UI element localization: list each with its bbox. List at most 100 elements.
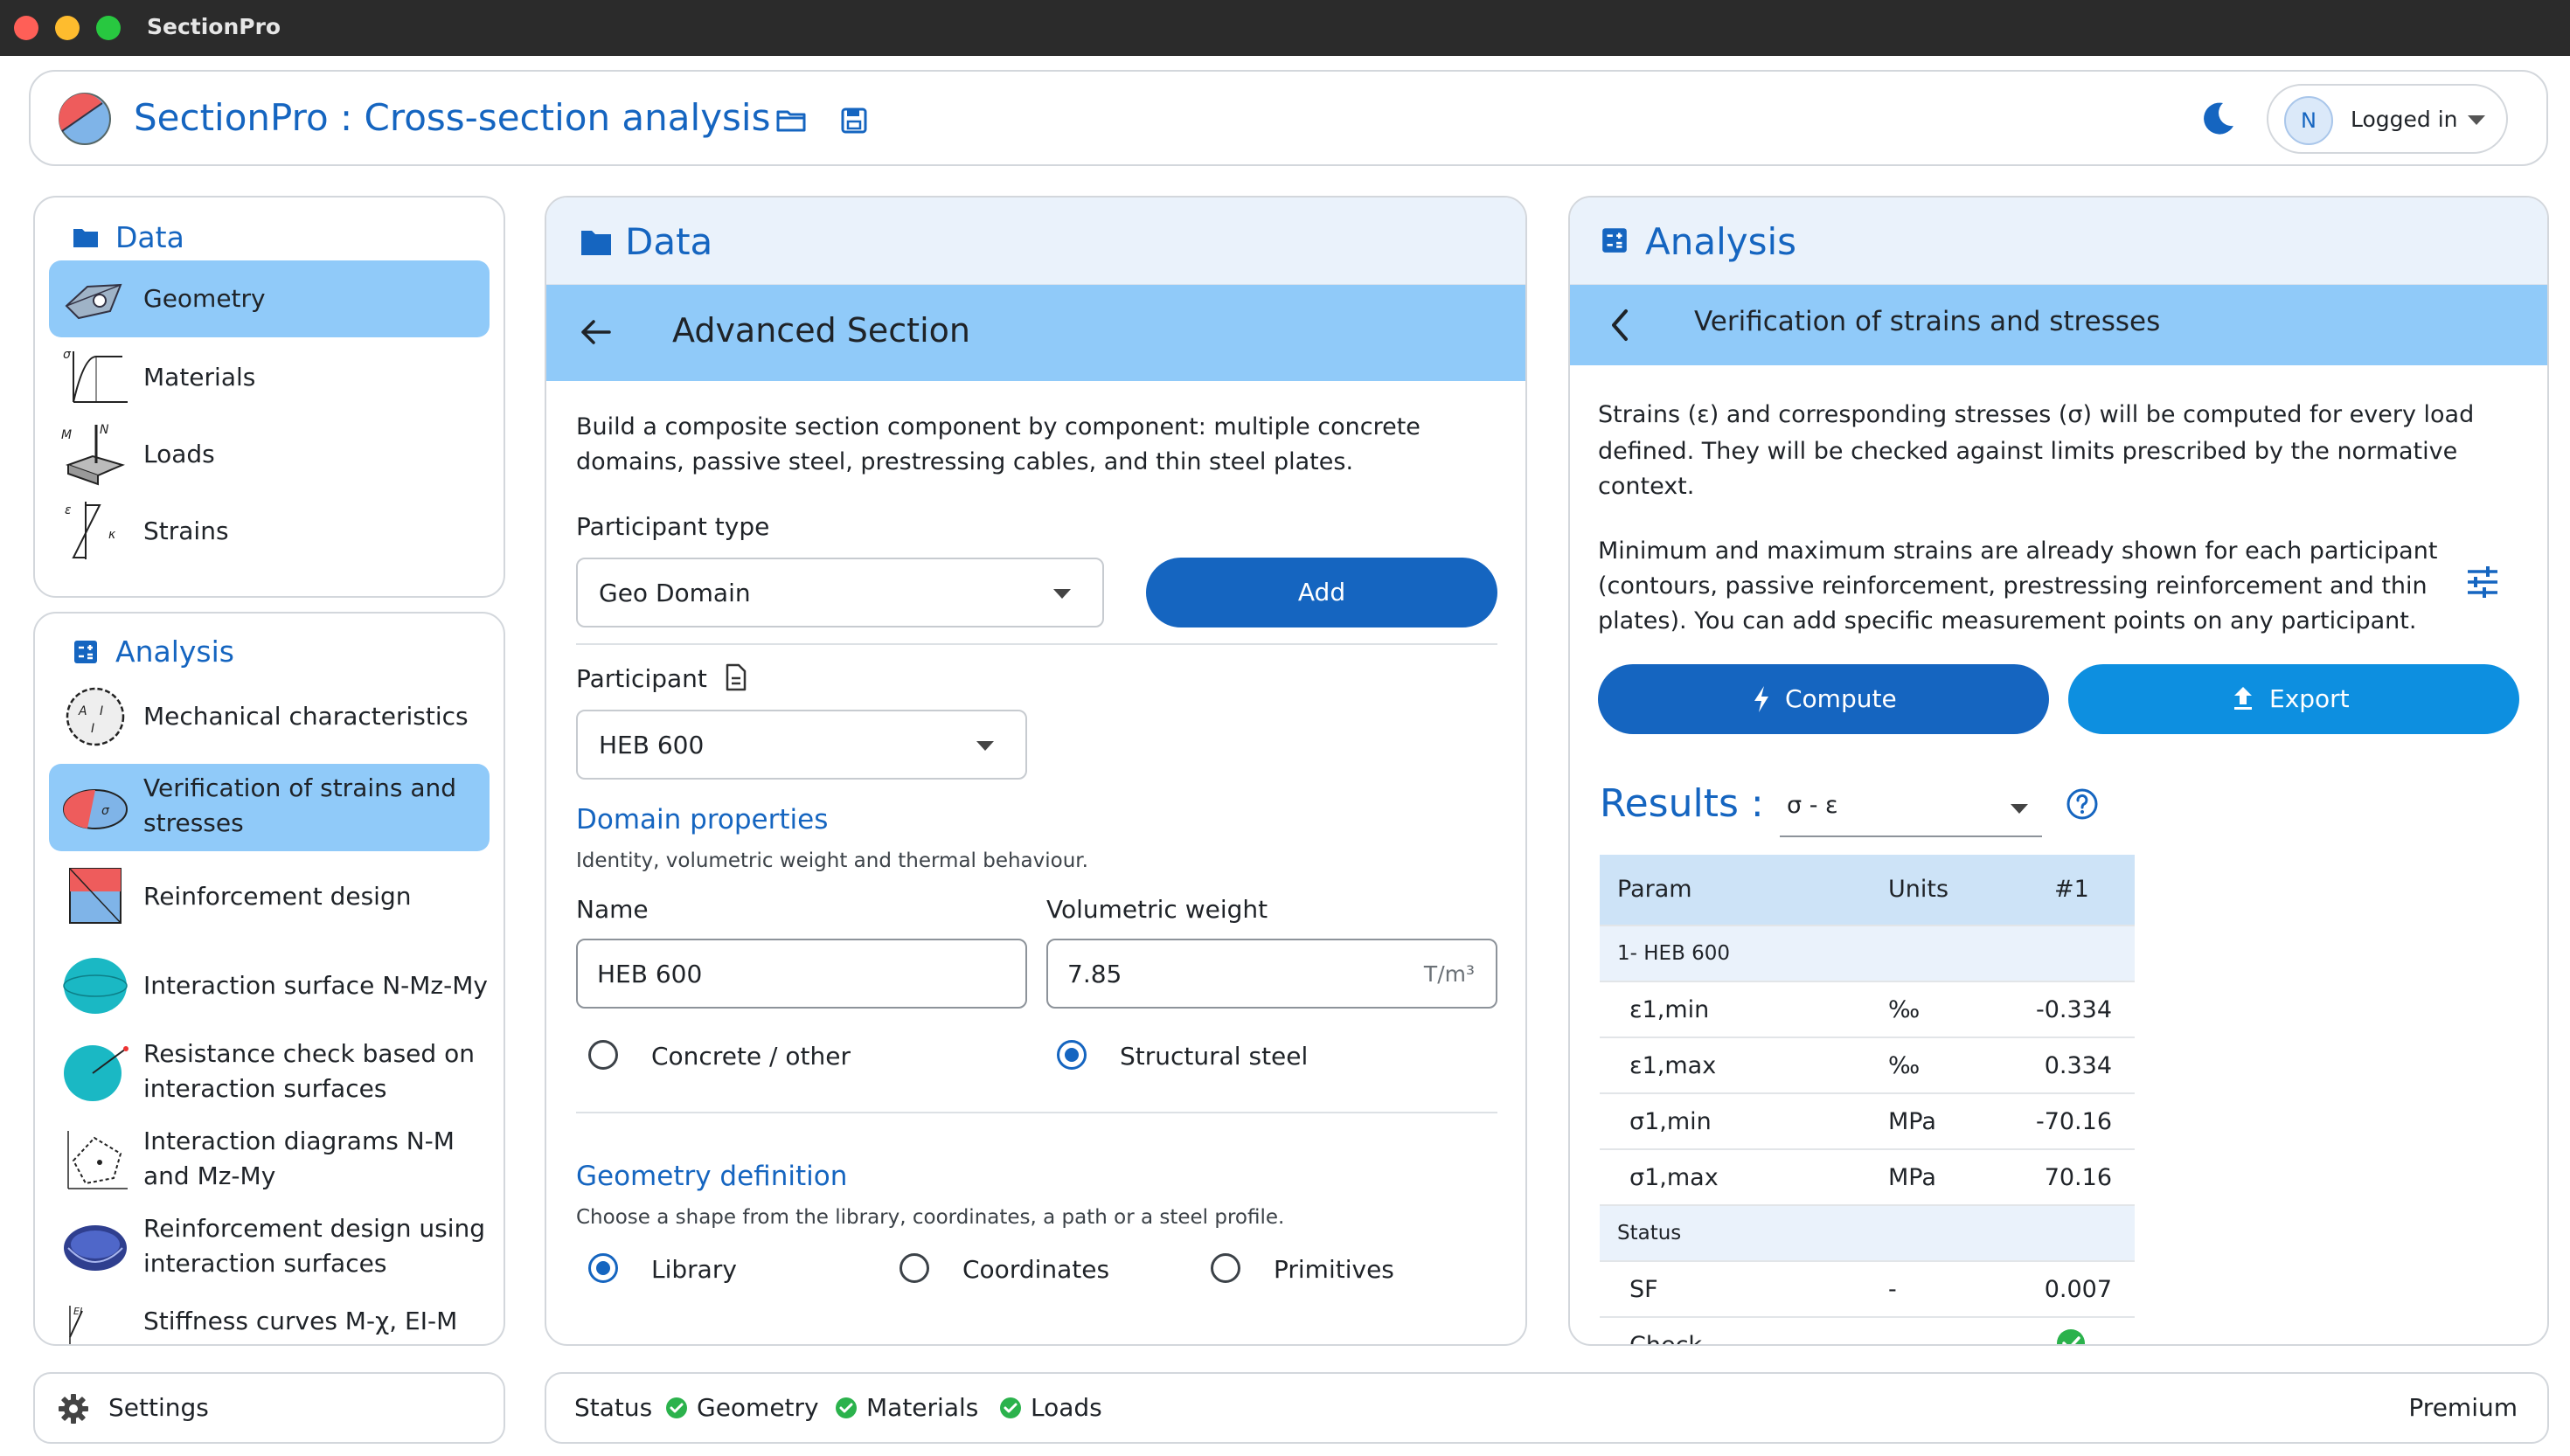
svg-text:ε: ε — [65, 503, 72, 517]
sidebar-item-label-line2: interaction surfaces — [143, 1249, 387, 1278]
participant-type-label: Participant type — [576, 512, 770, 541]
plan-badge: Premium — [2408, 1393, 2518, 1422]
export-button-label: Export — [2269, 684, 2350, 713]
status-item-materials[interactable]: Materials — [866, 1393, 978, 1422]
sidebar-item-label: Interaction surface N-Mz-My — [143, 971, 488, 1000]
export-button[interactable]: Export — [2068, 664, 2519, 734]
status-item-geometry[interactable]: Geometry — [697, 1393, 819, 1422]
back-arrow-icon[interactable] — [578, 315, 613, 350]
app-logo-icon — [59, 93, 111, 145]
svg-text:A: A — [78, 704, 87, 718]
check-ok-icon — [1000, 1397, 1021, 1418]
radio-coordinates[interactable] — [900, 1253, 929, 1283]
status-bar: Status Geometry Materials Loads Premium — [545, 1372, 2549, 1444]
sidebar-item-interaction-diagrams[interactable]: Interaction diagrams N-M and Mz-My — [49, 1117, 490, 1204]
dark-mode-moon-icon[interactable] — [2198, 100, 2237, 138]
results-group-row: Status — [1600, 1206, 2135, 1262]
app-title: SectionPro : Cross-section analysis — [134, 96, 771, 139]
sidebar-item-verification-strains-stresses[interactable]: σ Verification of strains and stresses — [49, 764, 490, 851]
strains-description-line3: context. — [1598, 473, 1695, 500]
status-item-loads[interactable]: Loads — [1031, 1393, 1102, 1422]
radio-coordinates-label: Coordinates — [962, 1255, 1110, 1284]
participant-value: HEB 600 — [599, 731, 705, 759]
sidebar-item-label: Loads — [143, 440, 215, 468]
participant-type-select[interactable]: Geo Domain — [576, 558, 1104, 627]
geometry-definition-description: Choose a shape from the library, coordin… — [576, 1206, 1285, 1229]
header-units: Units — [1888, 876, 1949, 903]
sidebar-item-materials[interactable]: σ Materials — [49, 339, 490, 416]
participant-select[interactable]: HEB 600 — [576, 710, 1027, 780]
user-menu[interactable]: N Logged in — [2267, 84, 2508, 154]
radio-structural-steel-label: Structural steel — [1120, 1042, 1309, 1071]
lightning-icon — [1754, 686, 1768, 712]
close-window-button[interactable] — [14, 16, 38, 40]
sidebar-item-reinforcement-design[interactable]: Reinforcement design — [49, 855, 490, 939]
sidebar-item-label-line1: Resistance check based on — [143, 1039, 475, 1068]
radio-library[interactable] — [588, 1253, 618, 1283]
name-input[interactable]: HEB 600 — [576, 939, 1027, 1009]
user-menu-chevron-down-icon — [2468, 115, 2485, 125]
radio-primitives-label: Primitives — [1274, 1255, 1394, 1284]
analysis-panel-title: Analysis — [1645, 220, 1797, 263]
sidebar-item-stiffness-curves[interactable]: EI Stiffness curves M-χ, EI-M — [49, 1292, 490, 1344]
sidebar-analysis-section: Analysis A I I Mechanical characteristic… — [33, 612, 505, 1346]
document-icon[interactable] — [723, 662, 749, 692]
sidebar-item-label: Materials — [143, 363, 256, 392]
sidebar-item-reinforcement-design-surfaces[interactable]: Reinforcement design using interaction s… — [49, 1204, 490, 1292]
open-folder-icon[interactable] — [775, 105, 807, 136]
strain-verification-icon: σ — [63, 789, 128, 829]
compute-button[interactable]: Compute — [1598, 664, 2049, 734]
sidebar-item-label-line2: and Mz-My — [143, 1161, 276, 1190]
radio-primitives[interactable] — [1211, 1253, 1240, 1283]
settings-button[interactable]: Settings — [33, 1372, 505, 1444]
svg-text:σ: σ — [63, 348, 72, 362]
folder-icon — [73, 229, 98, 247]
help-icon[interactable] — [2065, 787, 2100, 822]
save-icon[interactable] — [838, 105, 870, 136]
volumetric-weight-input[interactable]: 7.85 T/m³ — [1046, 939, 1497, 1009]
radio-concrete-other[interactable] — [588, 1040, 618, 1070]
tune-settings-icon[interactable] — [2465, 565, 2500, 600]
domain-properties-description: Identity, volumetric weight and thermal … — [576, 849, 1088, 872]
chevron-down-icon — [2011, 804, 2028, 814]
user-status-label: Logged in — [2351, 107, 2458, 132]
settings-label: Settings — [108, 1393, 209, 1422]
sidebar-item-resistance-check[interactable]: Resistance check based on interaction su… — [49, 1030, 490, 1117]
add-participant-button[interactable]: Add — [1146, 558, 1497, 627]
check-ok-icon — [2057, 1329, 2085, 1344]
measurement-description-line2: (contours, passive reinforcement, prestr… — [1598, 572, 2428, 600]
maximize-window-button[interactable] — [96, 16, 121, 40]
radio-structural-steel[interactable] — [1057, 1040, 1087, 1070]
sidebar-item-label: Strains — [143, 517, 229, 545]
sidebar-item-mechanical-characteristics[interactable]: A I I Mechanical characteristics — [49, 678, 490, 755]
value-cell: -0.334 — [2035, 996, 2112, 1023]
sidebar-item-interaction-surface[interactable]: Interaction surface N-Mz-My — [49, 942, 490, 1030]
sidebar-item-geometry[interactable]: Geometry — [49, 260, 490, 337]
check-ok-icon — [836, 1397, 857, 1418]
strains-description-line1: Strains (ε) and corresponding stresses (… — [1598, 401, 2475, 428]
units-cell: MPa — [1888, 1108, 1936, 1135]
data-panel: Data Advanced Section Build a composite … — [545, 196, 1527, 1346]
sidebar-item-strains[interactable]: ε κ Strains — [49, 493, 490, 570]
param-cell: ε1,min — [1629, 996, 1710, 1023]
sidebar-item-label: Reinforcement design — [143, 882, 412, 911]
data-panel-title: Data — [625, 220, 713, 263]
reinforcement-design-icon — [69, 868, 122, 924]
advanced-section-title: Advanced Section — [672, 311, 970, 350]
units-cell: - — [1888, 1276, 1897, 1303]
name-input-value: HEB 600 — [597, 960, 703, 988]
chevron-left-icon[interactable] — [1607, 308, 1633, 343]
minimize-window-button[interactable] — [55, 16, 80, 40]
sidebar-item-loads[interactable]: M N Loads — [49, 416, 490, 493]
sidebar-item-label: Stiffness curves M-χ, EI-M — [143, 1307, 458, 1335]
sidebar-item-label-line1: Reinforcement design using — [143, 1214, 486, 1243]
reinforcement-surface-icon — [64, 1225, 127, 1271]
strains-diagram-icon: ε κ — [65, 502, 116, 559]
analysis-panel-header: Analysis — [1570, 198, 2547, 285]
analysis-panel: Analysis Verification of strains and str… — [1568, 196, 2549, 1346]
sidebar-data-section: Data Geometry σ Materials M N Loads ε κ … — [33, 196, 505, 598]
loads-icon: M N — [61, 423, 125, 486]
strains-description-line2: defined. They will be checked against li… — [1598, 438, 2458, 465]
results-type-select[interactable]: σ - ε — [1780, 781, 2042, 837]
radio-library-label: Library — [651, 1255, 737, 1284]
